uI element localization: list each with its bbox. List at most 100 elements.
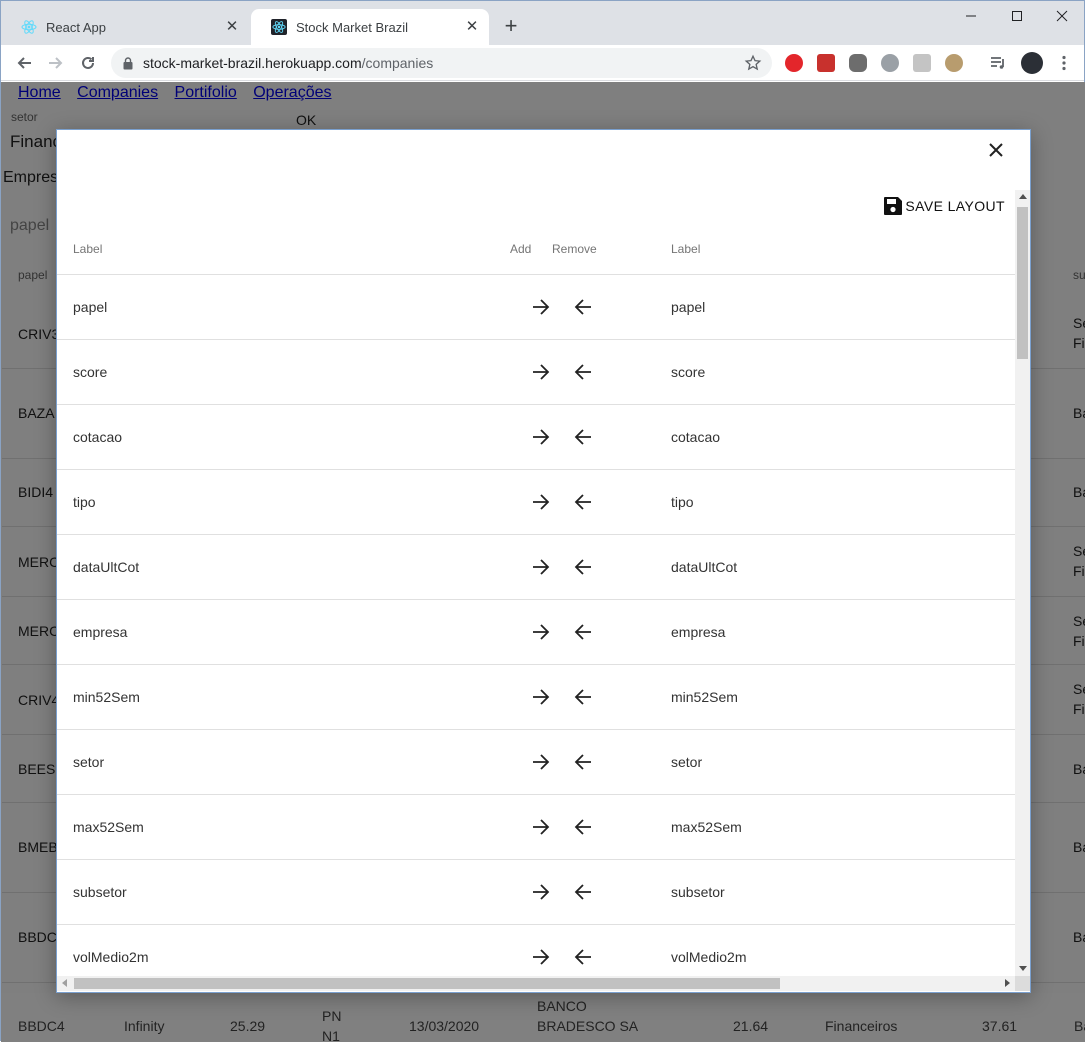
left-label: max52Sem [73, 819, 144, 835]
min-cell: 21.64 [733, 1018, 769, 1034]
arrow-right-icon[interactable] [529, 880, 553, 904]
extension-icon[interactable] [881, 54, 899, 72]
forward-icon[interactable] [43, 50, 69, 76]
right-label: subsetor [671, 884, 725, 900]
arrow-left-icon[interactable] [571, 685, 595, 709]
extension-icon[interactable] [817, 54, 835, 72]
arrow-left-icon[interactable] [571, 945, 595, 969]
horizontal-scrollbar[interactable] [57, 976, 1015, 991]
left-label: dataUltCot [73, 559, 140, 575]
tab-title: Stock Market Brazil [296, 19, 408, 35]
window-close-icon[interactable] [1039, 1, 1085, 31]
lock-icon [123, 56, 133, 70]
layout-row-tipo: tipo tipo [57, 470, 1015, 535]
column-header-add: Add [510, 242, 532, 256]
layout-table-scroll: Label Add Remove Label papel papel score… [57, 190, 1015, 976]
left-label: empresa [73, 624, 128, 640]
layout-row-max52sem: max52Sem max52Sem [57, 795, 1015, 860]
menu-kebab-icon[interactable] [1055, 54, 1073, 72]
arrow-left-icon[interactable] [571, 880, 595, 904]
scroll-up-arrow-icon[interactable] [1019, 194, 1027, 199]
opera-extension-icon[interactable] [785, 54, 803, 72]
papel-cell: BBDC4 [18, 1018, 65, 1034]
arrow-right-icon[interactable] [529, 425, 553, 449]
right-label: max52Sem [671, 819, 742, 835]
layout-row-setor: setor setor [57, 730, 1015, 795]
layout-row-empresa: empresa empresa [57, 600, 1015, 665]
arrow-left-icon[interactable] [571, 425, 595, 449]
layout-row-dataultcot: dataUltCot dataUltCot [57, 535, 1015, 600]
url-host: stock-market-brazil.herokuapp.com [143, 55, 362, 71]
max-cell: 37.61 [982, 1018, 1018, 1034]
right-label: volMedio2m [671, 949, 747, 965]
reload-icon[interactable] [75, 50, 101, 76]
tipo-cell: N1 [322, 1028, 340, 1044]
extension-icon[interactable] [849, 54, 867, 72]
cotacao-cell: 25.29 [230, 1018, 266, 1034]
tab-strip: React App ✕ Stock Market Brazil ✕ + [1, 1, 1084, 45]
layout-row-volmedio2m: volMedio2m volMedio2m [57, 925, 1015, 976]
scroll-down-arrow-icon[interactable] [1019, 966, 1027, 971]
scroll-right-arrow-icon[interactable] [1005, 979, 1010, 987]
arrow-right-icon[interactable] [529, 295, 553, 319]
arrow-left-icon[interactable] [571, 360, 595, 384]
arrow-right-icon[interactable] [529, 490, 553, 514]
arrow-right-icon[interactable] [529, 360, 553, 384]
layout-modal: SAVE LAYOUT Label Add Remove Label papel… [56, 129, 1031, 993]
scrollbar-thumb[interactable] [1017, 207, 1028, 359]
maximize-icon[interactable] [994, 1, 1040, 31]
right-label: min52Sem [671, 689, 738, 705]
arrow-right-icon[interactable] [529, 555, 553, 579]
arrow-left-icon[interactable] [571, 490, 595, 514]
arrow-right-icon[interactable] [529, 945, 553, 969]
arrow-left-icon[interactable] [571, 555, 595, 579]
tab-react-app[interactable]: React App ✕ [1, 9, 249, 45]
left-label: score [73, 364, 108, 380]
close-icon[interactable] [984, 138, 1008, 162]
left-label: setor [73, 754, 105, 770]
url-path: /companies [361, 55, 434, 71]
left-label: volMedio2m [73, 949, 149, 965]
data-cell: 13/03/2020 [409, 1018, 480, 1034]
arrow-right-icon[interactable] [529, 620, 553, 644]
left-label: min52Sem [73, 689, 140, 705]
react-logo-icon [271, 19, 287, 35]
right-label: score [671, 364, 706, 380]
address-bar[interactable]: stock-market-brazil.herokuapp.com/compan… [111, 48, 772, 78]
arrow-left-icon[interactable] [571, 750, 595, 774]
right-label: dataUltCot [671, 559, 738, 575]
tipo-cell: PN [322, 1008, 342, 1024]
scrollbar-corner [1015, 976, 1030, 991]
tab-stock-market-brazil[interactable]: Stock Market Brazil ✕ [251, 9, 489, 45]
back-icon[interactable] [11, 50, 37, 76]
minimize-icon[interactable] [948, 1, 994, 31]
profile-avatar[interactable] [1021, 52, 1043, 74]
arrow-left-icon[interactable] [571, 295, 595, 319]
browser-window: React App ✕ Stock Market Brazil ✕ + stoc… [0, 0, 1085, 1044]
react-logo-icon [21, 19, 37, 35]
arrow-right-icon[interactable] [529, 750, 553, 774]
table-row: BBDC4 Infinity 25.29 PN N1 13/03/2020 BA… [1, 993, 1085, 1044]
tab-close-icon[interactable]: ✕ [463, 18, 481, 36]
arrow-left-icon[interactable] [571, 620, 595, 644]
new-tab-button[interactable]: + [499, 14, 523, 38]
media-control-icon[interactable] [989, 54, 1007, 72]
arrow-right-icon[interactable] [529, 815, 553, 839]
column-header-remove: Remove [552, 242, 597, 256]
empresa-cell: BRADESCO SA [537, 1018, 639, 1034]
arrow-right-icon[interactable] [529, 685, 553, 709]
scroll-left-arrow-icon[interactable] [62, 979, 67, 987]
setor-cell: Financeiros [825, 1018, 898, 1034]
tab-close-icon[interactable]: ✕ [223, 18, 241, 36]
subsetor-cell: Ba [1074, 1018, 1085, 1034]
tipo-mercado-cell: Infinity [124, 1018, 165, 1034]
right-label: tipo [671, 494, 694, 510]
extension-icon[interactable] [945, 54, 963, 72]
vertical-scrollbar[interactable] [1015, 190, 1030, 976]
layout-row-score: score score [57, 340, 1015, 405]
arrow-left-icon[interactable] [571, 815, 595, 839]
tab-title: React App [46, 19, 106, 35]
bookmark-star-icon[interactable] [744, 54, 762, 75]
scrollbar-thumb[interactable] [74, 978, 780, 989]
extension-icon[interactable] [913, 54, 931, 72]
